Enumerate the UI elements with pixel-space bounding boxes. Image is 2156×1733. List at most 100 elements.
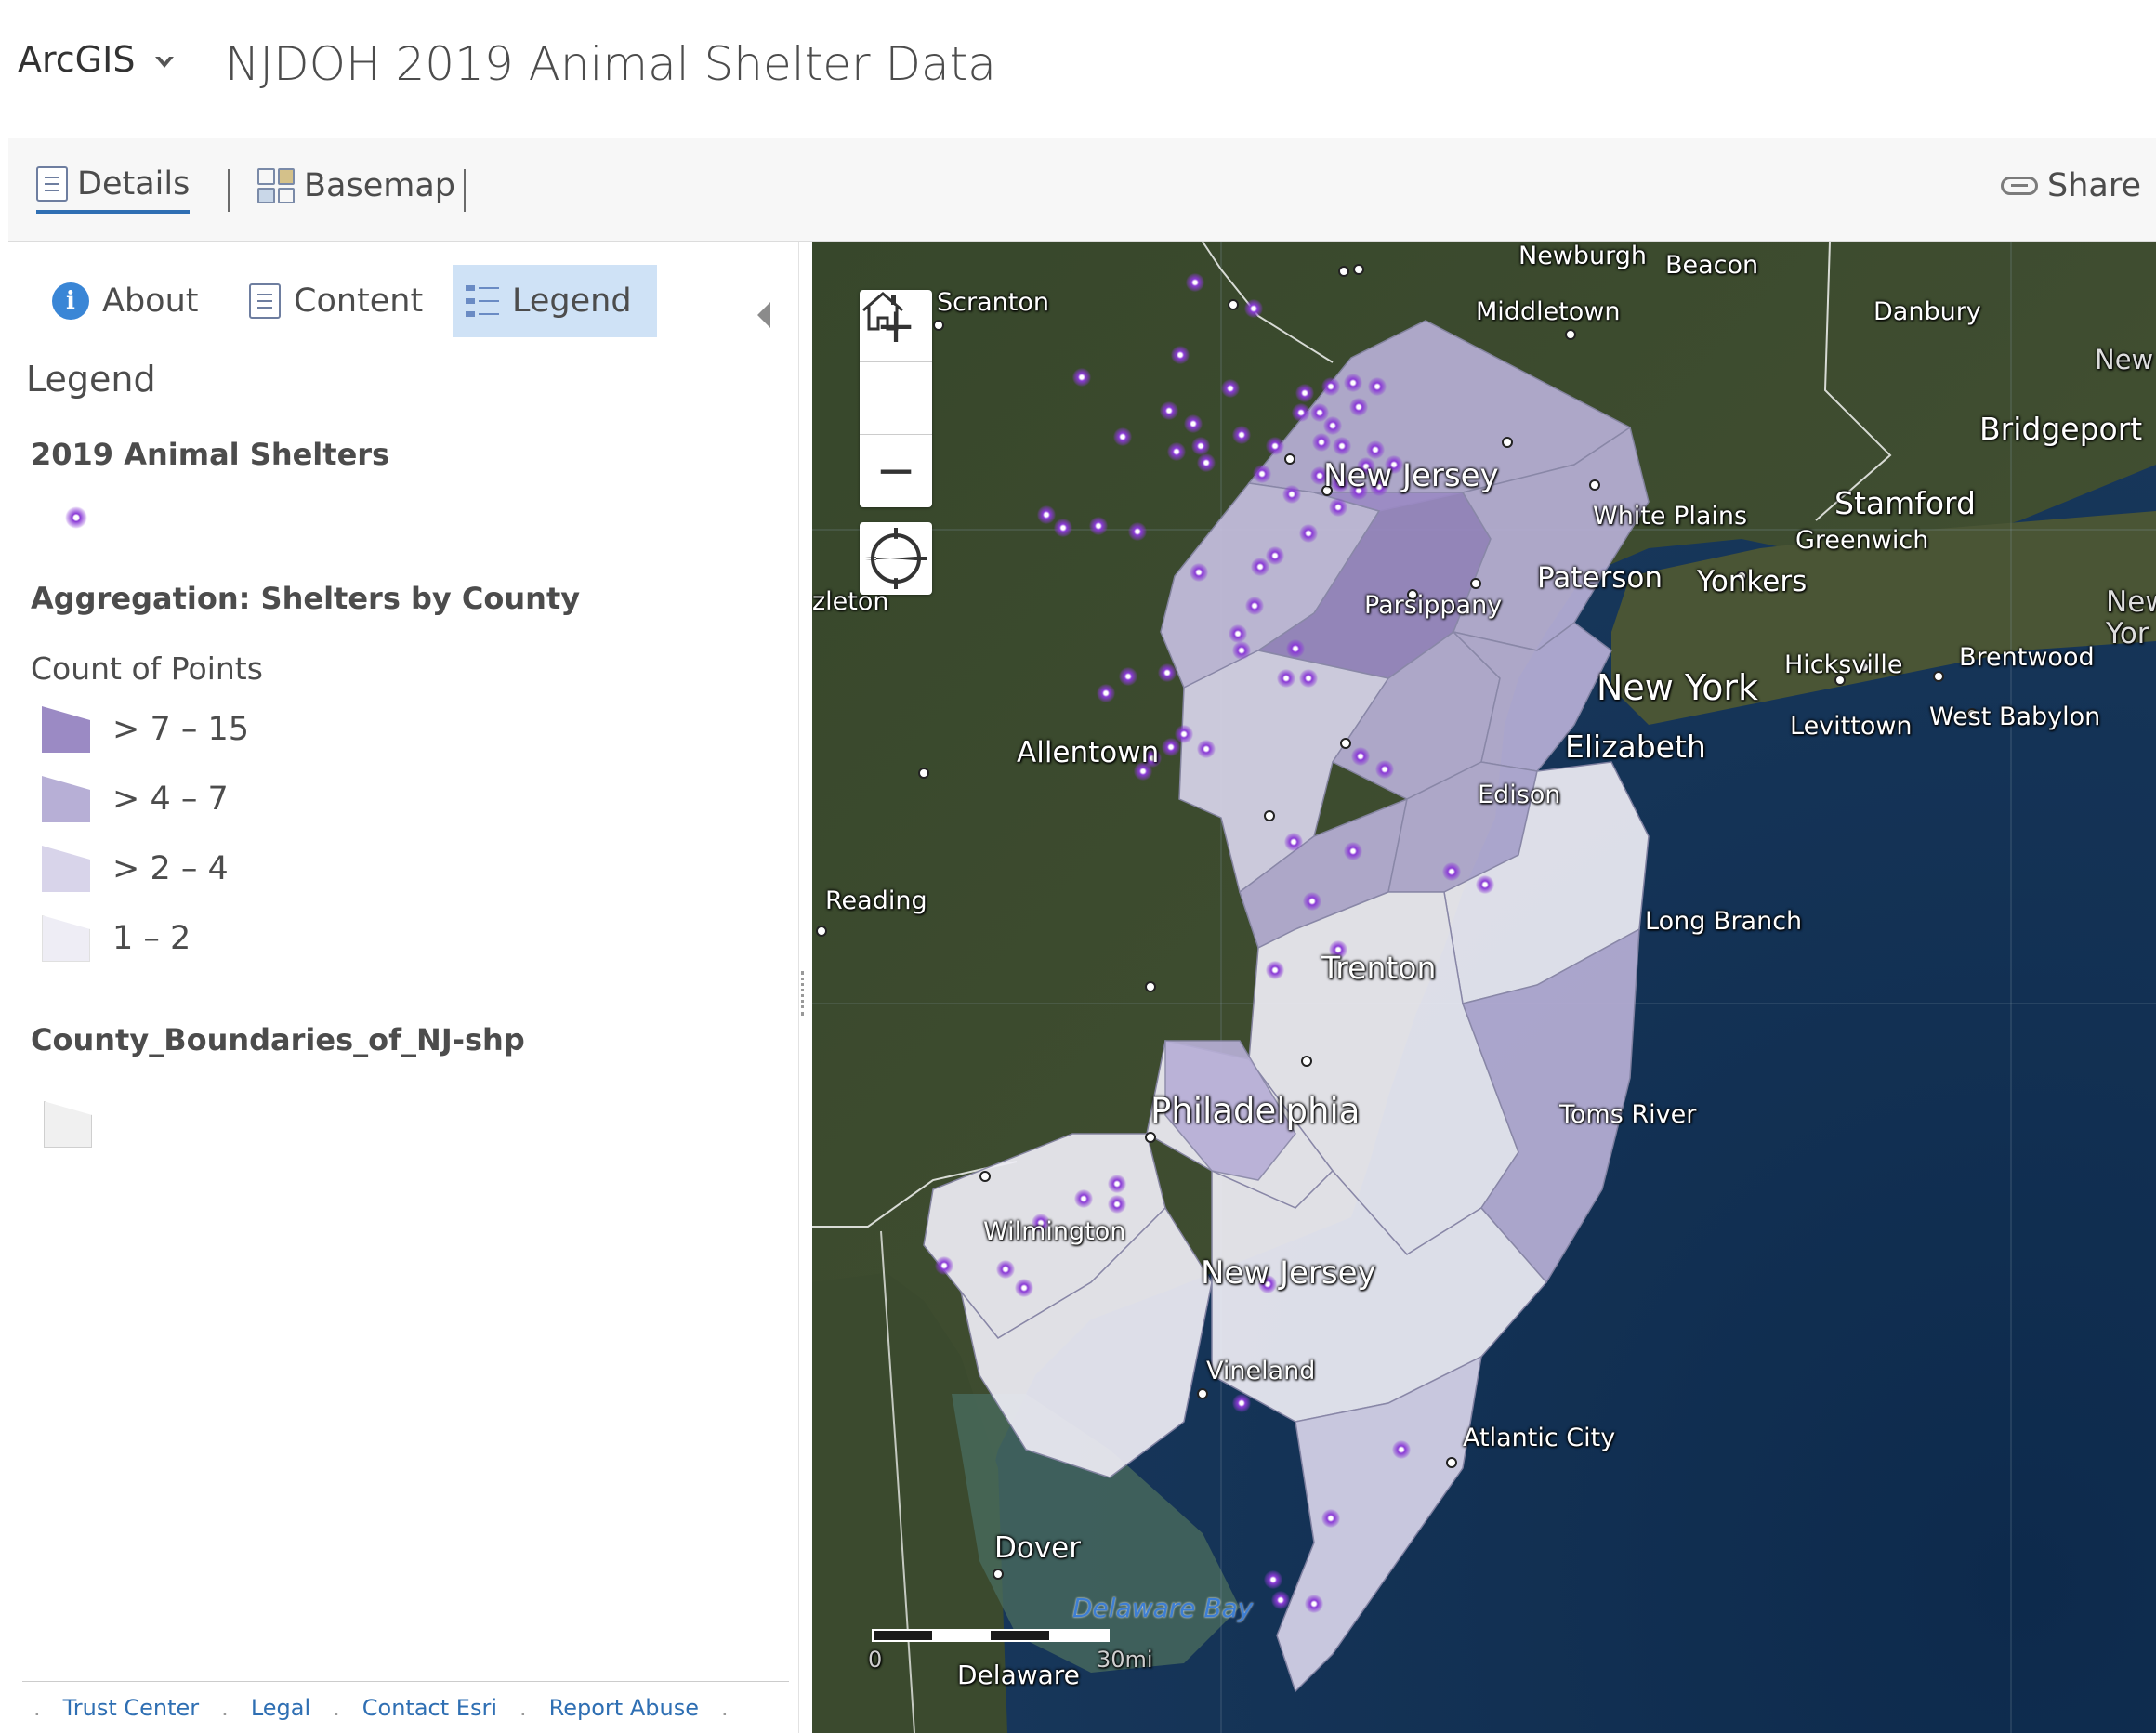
collapse-panel-icon[interactable] [757, 302, 770, 328]
map-view[interactable]: Newburgh Beacon Scranton Middletown Danb… [812, 242, 2156, 1733]
shelter-point[interactable] [1171, 346, 1190, 364]
shelter-point[interactable] [1312, 433, 1331, 452]
shelter-point[interactable] [1232, 641, 1251, 660]
shelter-point[interactable] [1251, 558, 1269, 576]
shelter-point[interactable] [1264, 1570, 1282, 1589]
details-button[interactable]: Details [36, 158, 191, 214]
shelter-point[interactable] [1286, 639, 1305, 658]
shelter-point[interactable] [1221, 379, 1240, 398]
map-label: Levittown [1790, 712, 1913, 741]
shelter-point[interactable] [1113, 427, 1132, 446]
shelter-point[interactable] [1321, 1509, 1340, 1528]
shelter-point[interactable] [1037, 505, 1056, 524]
shelter-point[interactable] [1158, 663, 1177, 682]
locate-button[interactable] [860, 522, 932, 595]
shelter-point[interactable] [1072, 368, 1091, 387]
shelter-point[interactable] [1266, 961, 1284, 979]
map-label: Reading [825, 886, 927, 915]
shelter-point[interactable] [1266, 437, 1284, 455]
shelter-point[interactable] [1392, 1440, 1411, 1459]
shelter-point[interactable] [1191, 437, 1210, 455]
legal-link[interactable]: Legal [251, 1695, 310, 1721]
basemap-button[interactable]: Basemap [257, 158, 455, 214]
map-label: Stamford [1834, 485, 1976, 521]
shelter-point[interactable] [1277, 669, 1295, 688]
map-label: Yor [2106, 617, 2149, 650]
map-label: Long Branch [1645, 907, 1803, 936]
shelter-point[interactable] [1368, 377, 1387, 396]
tab-content[interactable]: Content [236, 265, 436, 337]
shelter-point[interactable] [1349, 398, 1368, 416]
shelter-point[interactable] [1321, 377, 1340, 396]
map-label: Brentwood [1959, 643, 2095, 672]
shelter-point[interactable] [1271, 1591, 1290, 1609]
shelter-point[interactable] [1232, 426, 1251, 444]
shelter-point[interactable] [1108, 1195, 1126, 1214]
shelter-point[interactable] [1299, 524, 1318, 543]
trust-center-link[interactable]: Trust Center [63, 1695, 200, 1721]
shelter-point[interactable] [1442, 862, 1461, 881]
shelter-point[interactable] [1097, 684, 1115, 702]
shelter-point[interactable] [1089, 517, 1108, 535]
shelter-point[interactable] [1253, 465, 1271, 483]
tab-about[interactable]: i About [39, 265, 211, 337]
info-icon: i [52, 282, 89, 320]
zoom-control: + − [860, 290, 932, 507]
field-label: Count of Points [31, 650, 263, 687]
shelter-point[interactable] [1162, 738, 1180, 756]
shelter-point[interactable] [1299, 669, 1318, 688]
shelter-point[interactable] [1303, 892, 1321, 911]
map-label: Philadelphia [1150, 1091, 1361, 1131]
shelter-point[interactable] [1108, 1175, 1126, 1193]
shelter-point[interactable] [1074, 1189, 1093, 1208]
shelter-point[interactable] [1128, 522, 1147, 541]
report-abuse-link[interactable]: Report Abuse [549, 1695, 699, 1721]
shelter-point[interactable] [1366, 440, 1385, 459]
shelter-point[interactable] [996, 1260, 1015, 1279]
shelter-point[interactable] [1284, 833, 1303, 851]
shelter-point[interactable] [1244, 299, 1263, 318]
shelter-point[interactable] [1292, 403, 1310, 422]
shelter-point[interactable] [1323, 416, 1342, 435]
map-label: New York [1597, 667, 1759, 708]
contact-esri-link[interactable]: Contact Esri [362, 1695, 497, 1721]
shelter-point[interactable] [1344, 374, 1362, 392]
shelter-point[interactable] [1197, 740, 1216, 758]
shelter-point[interactable] [1344, 842, 1362, 860]
shelter-point[interactable] [1305, 1595, 1323, 1613]
shelter-point[interactable] [1333, 437, 1351, 455]
shelter-point[interactable] [1160, 401, 1178, 420]
home-button[interactable] [860, 292, 932, 435]
shelter-point[interactable] [935, 1256, 953, 1275]
tab-legend[interactable]: Legend [453, 265, 657, 337]
shelter-point[interactable] [1245, 597, 1264, 615]
city-marker [918, 768, 929, 779]
panel-splitter-handle[interactable] [801, 971, 807, 1016]
shelter-point[interactable] [1184, 414, 1203, 433]
shelter-point[interactable] [1054, 519, 1072, 537]
zoom-out-button[interactable]: − [860, 435, 932, 507]
class-label: > 2 – 4 [112, 850, 229, 887]
legend-class-row: 1 – 2 [42, 914, 191, 963]
shelter-point[interactable] [1476, 875, 1494, 894]
shelter-point[interactable] [1229, 624, 1247, 643]
legend-heading: Legend [26, 359, 156, 400]
share-button[interactable]: Share [2001, 158, 2141, 214]
shelter-point[interactable] [1295, 384, 1314, 402]
shelter-point[interactable] [1015, 1279, 1033, 1297]
city-marker [1340, 738, 1351, 749]
map-label: Middletown [1476, 297, 1621, 326]
shelter-point[interactable] [1375, 760, 1394, 779]
shelter-point[interactable] [1282, 485, 1301, 504]
shelter-point[interactable] [1190, 563, 1208, 582]
arcgis-menu[interactable]: ArcGIS [18, 39, 176, 80]
city-marker [979, 1171, 991, 1182]
shelter-point[interactable] [1119, 667, 1137, 686]
shelter-point[interactable] [1329, 498, 1348, 517]
shelter-point[interactable] [1197, 453, 1216, 472]
shelter-point[interactable] [1351, 747, 1370, 766]
shelter-point[interactable] [1232, 1394, 1251, 1412]
basemap-label: Basemap [304, 167, 455, 204]
shelter-point[interactable] [1186, 273, 1204, 292]
shelter-point[interactable] [1167, 442, 1186, 461]
